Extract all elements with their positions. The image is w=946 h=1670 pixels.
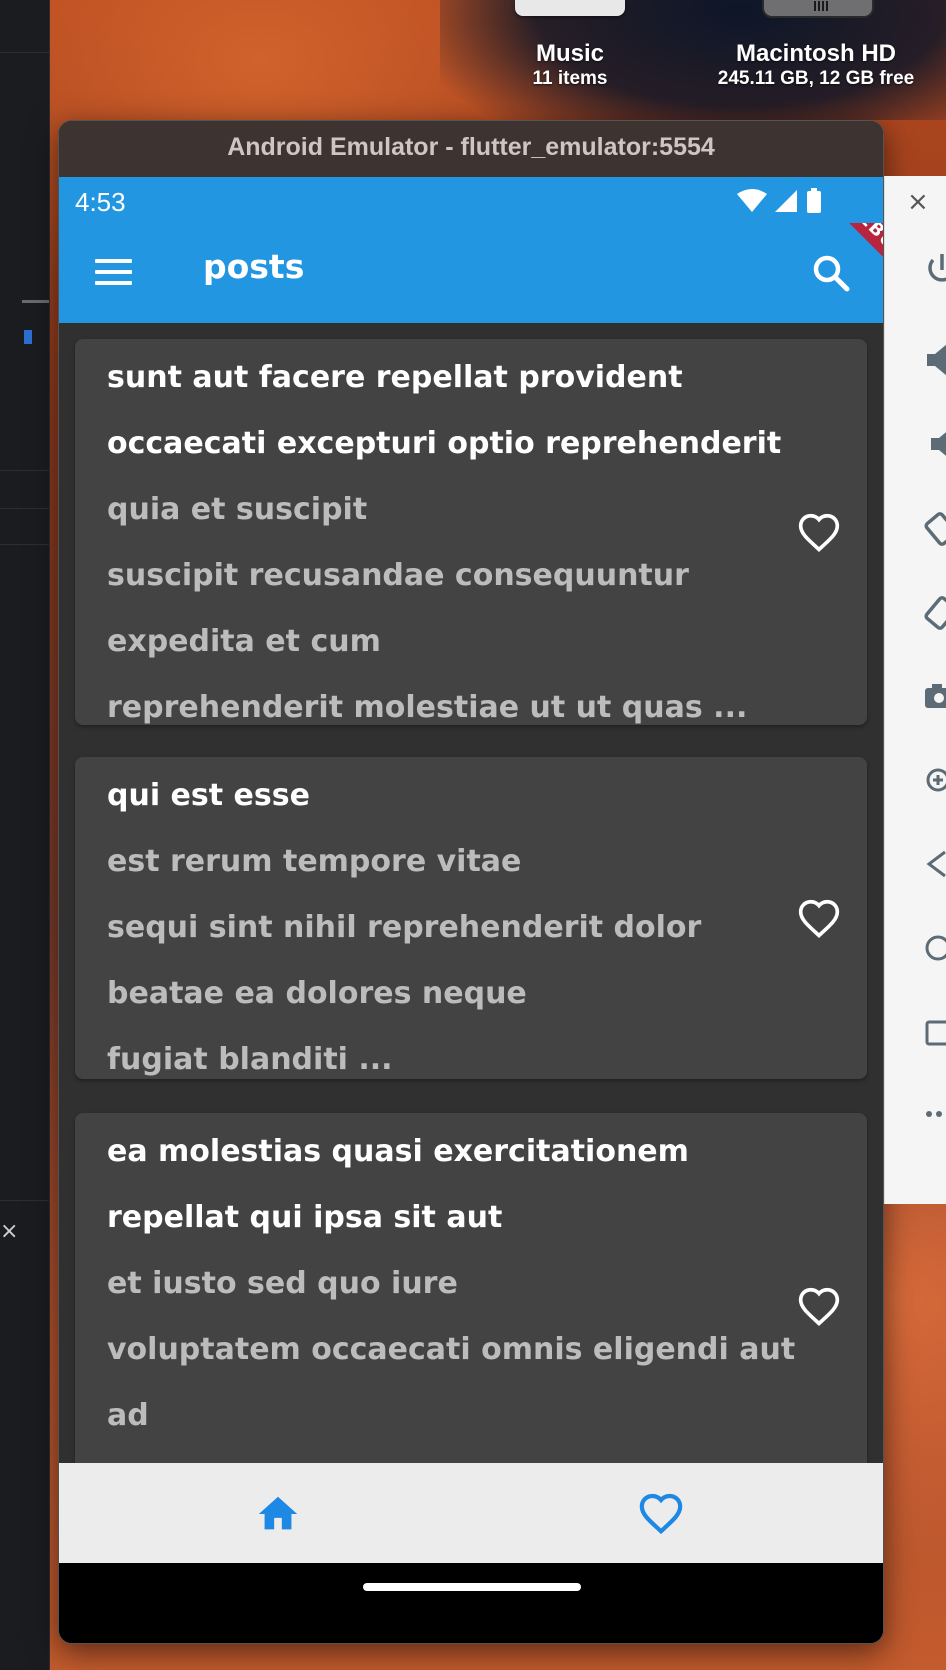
nav-favorites-icon[interactable] <box>637 1491 685 1537</box>
post-body-line: quia et suscipit <box>107 492 368 527</box>
post-title-line: ea molestias quasi exercitationem <box>107 1134 689 1169</box>
post-body-line: beatae ea dolores neque <box>107 976 527 1011</box>
desktop-item-disk-detail: 245.11 GB, 12 GB free <box>717 68 915 89</box>
rotate-right-icon[interactable] <box>923 594 946 630</box>
desktop-item-disk-name: Macintosh HD <box>735 40 896 67</box>
post-card[interactable]: ea molestias quasi exercitationem repell… <box>75 1113 867 1463</box>
post-card[interactable]: qui est esse est rerum tempore vitae seq… <box>75 757 867 1079</box>
volume-up-icon[interactable] <box>923 342 946 378</box>
phone-screen: 4:53 posts DEBUG SELECTOR sunt aut facer… <box>59 177 883 1643</box>
emulator-title-bar[interactable]: Android Emulator - flutter_emulator:5554 <box>59 121 883 177</box>
volume-down-icon[interactable] <box>923 426 946 462</box>
post-title-line: repellat qui ipsa sit aut <box>107 1200 503 1235</box>
close-icon[interactable]: × <box>907 189 929 215</box>
desktop-item-music-detail: 11 items <box>532 68 608 89</box>
overview-icon[interactable] <box>923 1014 946 1050</box>
emulator-window: Android Emulator - flutter_emulator:5554… <box>58 120 884 1644</box>
post-body-line: expedita et cum <box>107 624 381 659</box>
back-icon[interactable] <box>923 846 946 882</box>
post-body-line: est rerum tempore vitae <box>107 844 522 879</box>
ide-close-icon[interactable]: × <box>0 1221 18 1243</box>
status-icons <box>735 187 831 219</box>
hard-drive-icon[interactable] <box>762 0 874 18</box>
post-body-line: fugiat blanditi ... <box>107 1042 393 1077</box>
posts-list[interactable]: sunt aut facere repellat provident occae… <box>59 323 883 1463</box>
bottom-navigation <box>59 1463 883 1563</box>
post-body-line: reprehenderit molestiae ut ut quas ... <box>107 690 748 725</box>
post-body-line: ad <box>107 1398 149 1433</box>
desktop-item-music-name: Music <box>535 40 604 67</box>
gesture-navigation-bar <box>59 1563 883 1643</box>
emulator-side-toolbar: × <box>884 176 946 1204</box>
nav-home-icon[interactable] <box>255 1491 301 1537</box>
debug-banner: DEBUG SELECTOR <box>810 223 883 298</box>
post-title-line: qui est esse <box>107 778 310 813</box>
more-options-icon[interactable] <box>923 1096 946 1132</box>
favorite-heart-icon[interactable] <box>797 511 841 555</box>
post-text: ea molestias quasi exercitationem repell… <box>107 1119 795 1449</box>
post-body-line: sequi sint nihil reprehenderit dolor <box>107 910 702 945</box>
music-folder-icon[interactable] <box>515 0 625 16</box>
favorite-heart-icon[interactable] <box>797 1285 841 1329</box>
background-ide-window: × <box>0 0 50 1670</box>
page-title: posts <box>203 247 305 286</box>
camera-icon[interactable] <box>923 678 946 714</box>
rotate-left-icon[interactable] <box>923 510 946 546</box>
wifi-signal-battery-icon <box>737 188 821 213</box>
favorite-heart-icon[interactable] <box>797 897 841 941</box>
post-body-line: voluptatem occaecati omnis eligendi aut <box>107 1332 796 1367</box>
desktop-item-macintosh-hd[interactable]: Macintosh HD 245.11 GB, 12 GB free <box>700 40 932 90</box>
zoom-icon[interactable] <box>923 762 946 798</box>
post-card[interactable]: sunt aut facere repellat provident occae… <box>75 339 867 725</box>
post-title-line: sunt aut facere repellat provident <box>107 360 683 395</box>
debug-banner-clip: DEBUG SELECTOR <box>759 223 883 323</box>
power-icon[interactable] <box>923 252 946 288</box>
menu-icon[interactable] <box>95 253 133 291</box>
home-circle-icon[interactable] <box>923 930 946 966</box>
post-body-line: et iusto sed quo iure <box>107 1266 458 1301</box>
post-title-line: occaecati excepturi optio reprehenderit <box>107 426 782 461</box>
post-text: sunt aut facere repellat provident occae… <box>107 345 781 741</box>
status-bar: 4:53 <box>59 177 883 223</box>
home-gesture-pill[interactable] <box>363 1583 581 1591</box>
post-body-line: suscipit recusandae consequuntur <box>107 558 689 593</box>
desktop-item-music[interactable]: Music 11 items <box>500 40 640 90</box>
post-text: qui est esse est rerum tempore vitae seq… <box>107 763 701 1093</box>
status-time: 4:53 <box>75 187 126 217</box>
